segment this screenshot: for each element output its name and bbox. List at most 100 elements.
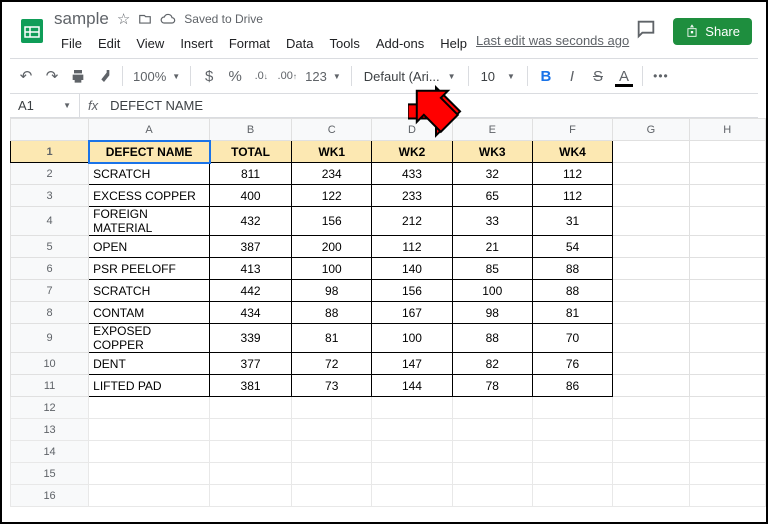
share-button[interactable]: Share (673, 18, 752, 45)
menu-file[interactable]: File (54, 33, 89, 54)
cell[interactable] (689, 185, 765, 207)
cell[interactable]: 86 (532, 375, 612, 397)
cell[interactable] (210, 485, 292, 507)
cell[interactable] (532, 419, 612, 441)
number-format-select[interactable]: 123▼ (301, 69, 345, 84)
cell[interactable]: 73 (292, 375, 372, 397)
cell[interactable] (613, 397, 689, 419)
inc-decimal-button[interactable]: .00↑ (275, 64, 299, 88)
cell[interactable]: 387 (210, 236, 292, 258)
cell[interactable]: 212 (372, 207, 452, 236)
col-header-g[interactable]: G (613, 119, 689, 141)
cell[interactable]: WK4 (532, 141, 612, 163)
cell[interactable] (689, 302, 765, 324)
cell[interactable]: 234 (292, 163, 372, 185)
row-header[interactable]: 9 (11, 324, 89, 353)
row-header[interactable]: 13 (11, 419, 89, 441)
col-header-c[interactable]: C (292, 119, 372, 141)
col-header-d[interactable]: D (372, 119, 452, 141)
row-header[interactable]: 1 (11, 141, 89, 163)
cell[interactable] (689, 375, 765, 397)
menu-format[interactable]: Format (222, 33, 277, 54)
cell[interactable]: SCRATCH (89, 163, 210, 185)
col-header-b[interactable]: B (210, 119, 292, 141)
cell[interactable]: 88 (292, 302, 372, 324)
undo-button[interactable]: ↶ (14, 64, 38, 88)
strikethrough-button[interactable]: S (586, 64, 610, 88)
cell[interactable] (292, 397, 372, 419)
cell[interactable] (372, 485, 452, 507)
cell[interactable]: 381 (210, 375, 292, 397)
cell[interactable] (613, 441, 689, 463)
cell[interactable] (689, 207, 765, 236)
cell[interactable]: 112 (372, 236, 452, 258)
cell[interactable]: 70 (532, 324, 612, 353)
cell[interactable]: FOREIGN MATERIAL (89, 207, 210, 236)
sheets-logo[interactable] (16, 15, 48, 47)
row-header[interactable]: 7 (11, 280, 89, 302)
menu-edit[interactable]: Edit (91, 33, 127, 54)
cell[interactable] (613, 485, 689, 507)
percent-button[interactable]: % (223, 64, 247, 88)
cell[interactable]: 21 (452, 236, 532, 258)
cell[interactable]: 81 (532, 302, 612, 324)
cell[interactable] (89, 441, 210, 463)
text-color-button[interactable]: A (612, 64, 636, 88)
last-edit-link[interactable]: Last edit was seconds ago (476, 33, 629, 54)
cell[interactable] (613, 375, 689, 397)
cell[interactable]: WK3 (452, 141, 532, 163)
col-header-a[interactable]: A (89, 119, 210, 141)
cell[interactable] (210, 419, 292, 441)
italic-button[interactable]: I (560, 64, 584, 88)
cell[interactable] (372, 419, 452, 441)
formula-input[interactable] (106, 98, 758, 113)
cell[interactable]: 88 (532, 258, 612, 280)
cell[interactable]: 81 (292, 324, 372, 353)
cell[interactable] (689, 163, 765, 185)
cell[interactable]: SCRATCH (89, 280, 210, 302)
cell[interactable]: 78 (452, 375, 532, 397)
cell[interactable] (452, 485, 532, 507)
cell[interactable]: 33 (452, 207, 532, 236)
cell[interactable] (689, 324, 765, 353)
cell[interactable]: 432 (210, 207, 292, 236)
cell[interactable]: PSR PEELOFF (89, 258, 210, 280)
cell[interactable] (613, 141, 689, 163)
row-header[interactable]: 5 (11, 236, 89, 258)
cell[interactable]: 140 (372, 258, 452, 280)
cell[interactable]: 98 (452, 302, 532, 324)
cell[interactable] (613, 236, 689, 258)
row-header[interactable]: 11 (11, 375, 89, 397)
cell[interactable]: 112 (532, 185, 612, 207)
cell[interactable] (372, 441, 452, 463)
row-header[interactable]: 12 (11, 397, 89, 419)
move-icon[interactable] (138, 12, 152, 26)
menu-insert[interactable]: Insert (173, 33, 220, 54)
row-header[interactable]: 14 (11, 441, 89, 463)
cell[interactable]: 147 (372, 353, 452, 375)
col-header-h[interactable]: H (689, 119, 765, 141)
row-header[interactable]: 3 (11, 185, 89, 207)
cell[interactable]: 167 (372, 302, 452, 324)
cell[interactable] (89, 397, 210, 419)
cell[interactable]: DENT (89, 353, 210, 375)
doc-title[interactable]: sample (54, 9, 109, 29)
cell[interactable]: EXPOSED COPPER (89, 324, 210, 353)
cell[interactable]: 72 (292, 353, 372, 375)
cell[interactable] (89, 419, 210, 441)
cell[interactable] (613, 185, 689, 207)
cell[interactable]: 811 (210, 163, 292, 185)
col-header-f[interactable]: F (532, 119, 612, 141)
cell[interactable] (210, 397, 292, 419)
cell[interactable]: 233 (372, 185, 452, 207)
cell[interactable] (613, 324, 689, 353)
cell[interactable] (210, 441, 292, 463)
font-size-select[interactable]: 10▼ (475, 69, 521, 84)
cell[interactable]: 54 (532, 236, 612, 258)
cloud-saved-icon[interactable] (160, 13, 176, 25)
row-header[interactable]: 8 (11, 302, 89, 324)
paint-format-button[interactable] (92, 64, 116, 88)
cell[interactable]: 413 (210, 258, 292, 280)
menu-data[interactable]: Data (279, 33, 320, 54)
menu-view[interactable]: View (129, 33, 171, 54)
